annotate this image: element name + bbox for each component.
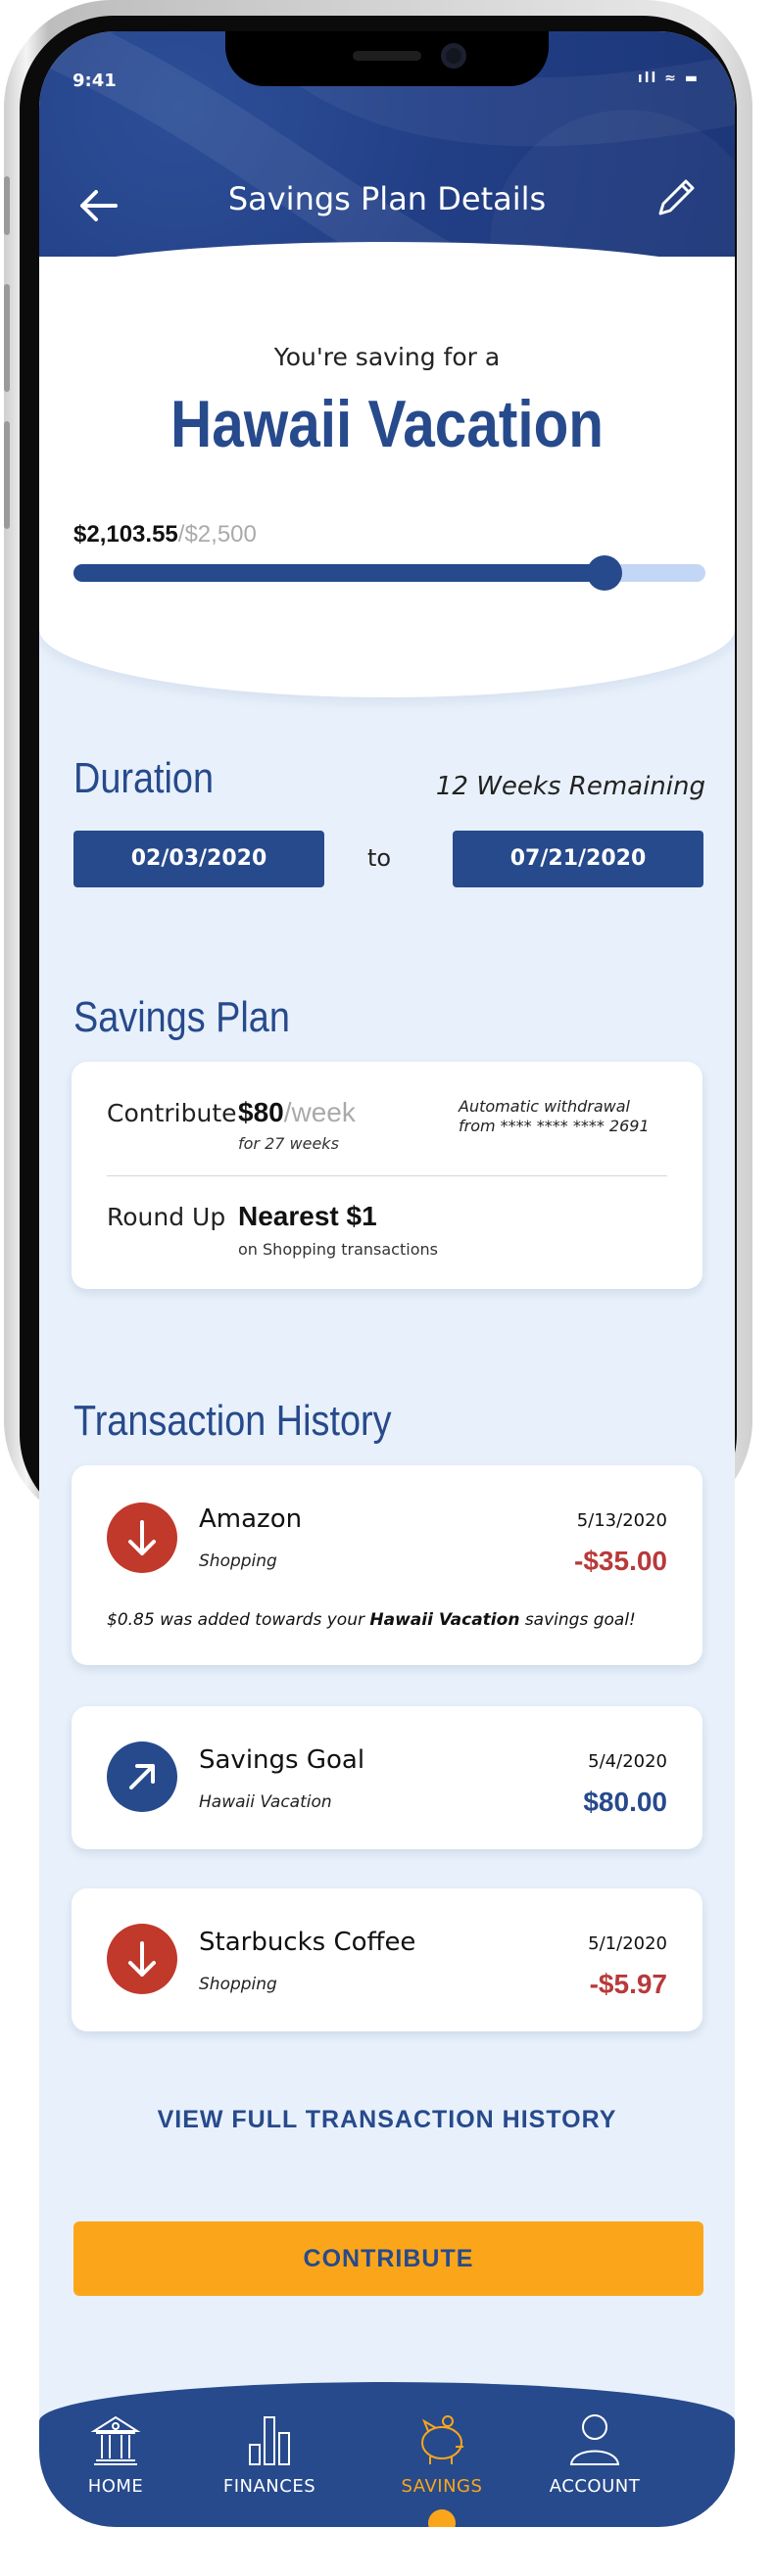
withdrawal-icon xyxy=(107,1924,177,1994)
savings-icon xyxy=(107,1741,177,1812)
transaction-card[interactable]: Amazon Shopping 5/13/2020 -$35.00 $0.85 … xyxy=(72,1465,702,1665)
contribute-value: $80/week xyxy=(238,1097,356,1128)
transaction-name: Amazon xyxy=(199,1504,303,1534)
contribute-label: Contribute xyxy=(107,1099,237,1127)
arrow-down-icon xyxy=(128,1520,156,1555)
piggy-bank-icon xyxy=(421,2415,463,2464)
saved-value: $2,103.55 xyxy=(73,521,178,548)
progress-bar xyxy=(73,555,705,591)
edit-button[interactable] xyxy=(647,168,705,227)
withdrawal-icon xyxy=(107,1503,177,1573)
view-full-history-link[interactable]: VIEW FULL TRANSACTION HISTORY xyxy=(39,2106,735,2134)
transaction-date: 5/13/2020 xyxy=(576,1510,667,1531)
user-icon xyxy=(569,2414,620,2465)
phone-side-button xyxy=(4,176,10,235)
transaction-amount: $80.00 xyxy=(583,1787,667,1817)
nav-item-finances[interactable]: FINANCES xyxy=(196,2409,343,2517)
nav-label: SAVINGS xyxy=(401,2476,483,2497)
transaction-card[interactable]: Starbucks Coffee Shopping 5/1/2020 -$5.9… xyxy=(72,1888,702,2031)
status-icons: ıll ≈ ▬ xyxy=(637,71,700,86)
auto-withdrawal-note: Automatic withdrawal from **** **** **** … xyxy=(459,1097,650,1136)
transaction-date: 5/1/2020 xyxy=(588,1933,667,1954)
roundup-sub: on Shopping transactions xyxy=(238,1240,438,1259)
camera xyxy=(441,43,466,69)
withdrawal-line: Automatic withdrawal xyxy=(459,1097,630,1116)
divider xyxy=(107,1175,667,1176)
pencil-icon xyxy=(658,179,695,215)
contribute-amount: $80 xyxy=(238,1097,284,1127)
transaction-date: 5/4/2020 xyxy=(588,1751,667,1772)
nav-label: HOME xyxy=(87,2476,144,2497)
saved-amount: $2,103.55/$2,500 xyxy=(73,521,257,549)
nav-label: ACCOUNT xyxy=(549,2476,641,2497)
nav-item-home[interactable]: HOME xyxy=(42,2409,189,2517)
contribute-duration: for 27 weeks xyxy=(238,1134,339,1153)
note-goal: Hawaii Vacation xyxy=(369,1610,520,1630)
bank-icon xyxy=(90,2415,141,2465)
start-date-field[interactable]: 02/03/2020 xyxy=(73,831,324,887)
nav-item-savings[interactable]: SAVINGS xyxy=(368,2409,515,2517)
note-text-end: savings goal! xyxy=(519,1610,636,1630)
phone-side-button xyxy=(4,421,10,529)
transaction-category: Shopping xyxy=(199,1551,277,1571)
page-title: Savings Plan Details xyxy=(227,180,547,217)
progress-fill xyxy=(73,564,605,582)
nav-item-account[interactable]: ACCOUNT xyxy=(521,2409,668,2517)
progress-knob xyxy=(587,555,622,591)
roundup-value: Nearest $1 xyxy=(238,1201,377,1231)
roundup-label: Round Up xyxy=(107,1203,226,1231)
transaction-name: Starbucks Coffee xyxy=(199,1928,416,1957)
arrow-up-right-icon xyxy=(129,1764,155,1789)
roundup-note: $0.85 was added towards your Hawaii Vaca… xyxy=(107,1610,636,1630)
transaction-amount: -$35.00 xyxy=(574,1546,667,1576)
savings-plan-title: Savings Plan xyxy=(73,993,290,1041)
target-value: /$2,500 xyxy=(177,521,257,548)
savings-plan-card: Contribute $80/week for 27 weeks Automat… xyxy=(72,1062,702,1289)
nav-label: FINANCES xyxy=(222,2476,316,2497)
phone-side-button xyxy=(4,284,10,392)
contribute-button[interactable]: CONTRIBUTE xyxy=(73,2221,703,2296)
transaction-name: Savings Goal xyxy=(199,1745,365,1775)
transaction-amount: -$5.97 xyxy=(589,1969,667,1999)
duration-title: Duration xyxy=(73,754,215,802)
withdrawal-account: from **** **** **** 2691 xyxy=(459,1117,650,1135)
transaction-card[interactable]: Savings Goal Hawaii Vacation 5/4/2020 $8… xyxy=(72,1706,702,1849)
transaction-category: Hawaii Vacation xyxy=(199,1792,332,1812)
saving-for-label: You're saving for a xyxy=(273,343,501,371)
speaker xyxy=(353,51,421,61)
date-to-label: to xyxy=(367,844,392,872)
bar-chart-icon xyxy=(249,2416,290,2465)
transaction-category: Shopping xyxy=(199,1975,277,1994)
goal-card xyxy=(39,257,735,697)
goal-name: Hawaii Vacation xyxy=(170,387,605,461)
weeks-remaining: 12 Weeks Remaining xyxy=(435,772,705,801)
contribute-period: /week xyxy=(283,1097,356,1127)
arrow-down-icon xyxy=(128,1941,156,1977)
status-time: 9:41 xyxy=(73,71,117,91)
end-date-field[interactable]: 07/21/2020 xyxy=(453,831,703,887)
notch xyxy=(225,31,549,86)
app-screen: 9:41 ıll ≈ ▬ Savings Plan Details You're… xyxy=(39,31,735,2527)
transaction-history-title: Transaction History xyxy=(73,1397,392,1445)
note-text: $0.85 was added towards your xyxy=(107,1610,370,1630)
